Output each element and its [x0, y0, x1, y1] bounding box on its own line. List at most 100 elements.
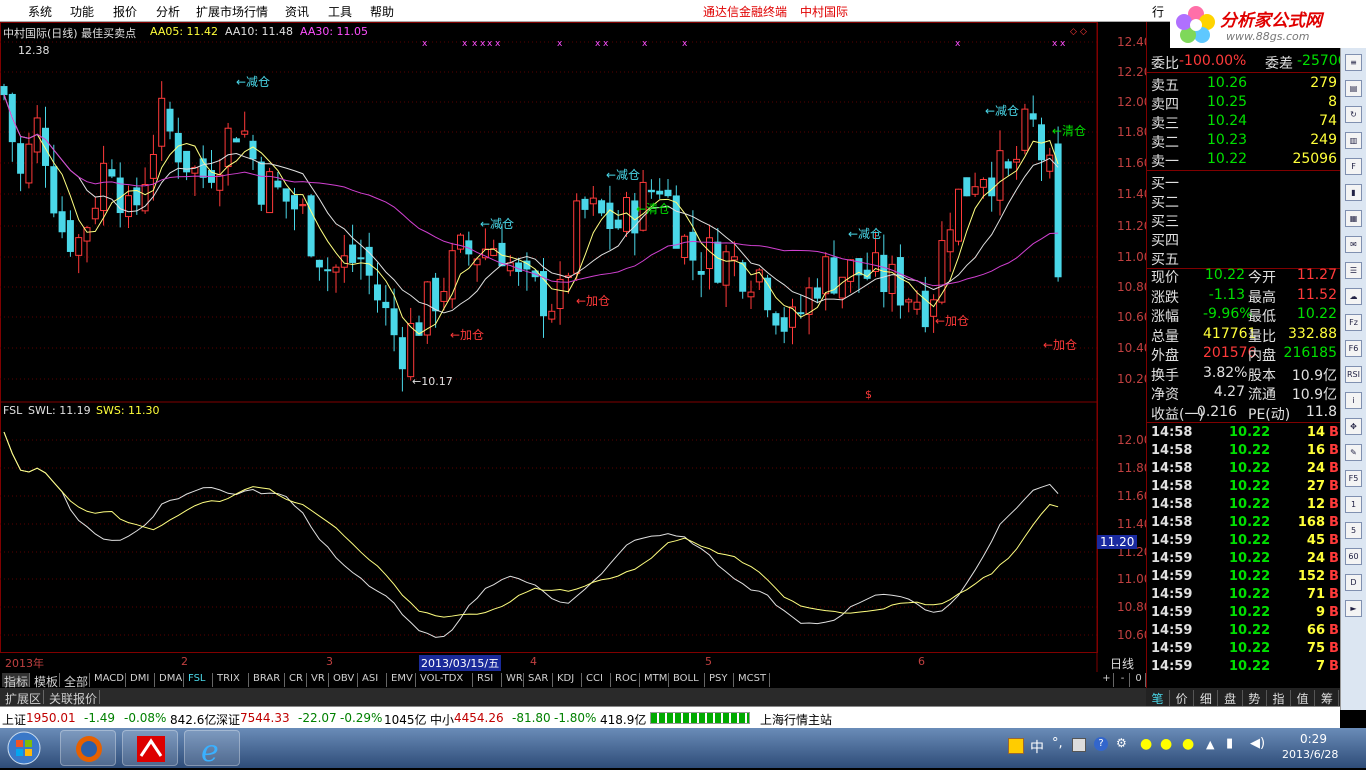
menu-news[interactable]: 资讯	[285, 3, 309, 20]
toolbar-grid-icon[interactable]: ▦	[1345, 210, 1362, 227]
toolbar-fz-icon[interactable]: Fz	[1345, 314, 1362, 331]
stat-value: 0.216	[1196, 403, 1237, 420]
tick-volume: 14	[1306, 425, 1325, 440]
toolbar-1-icon[interactable]: 1	[1345, 496, 1362, 513]
menu-analysis[interactable]: 分析	[156, 3, 180, 20]
chart-area[interactable]: x x x x x x x x x x x x x x ◇ ◇ 中村国际(日线) 最佳买卖点 AA05: 11…	[0, 22, 1151, 672]
indicator-tab-rsi[interactable]: RSI	[475, 673, 502, 687]
candle-body	[764, 277, 772, 311]
menu-side[interactable]: 行	[1152, 3, 1164, 20]
menu-quote[interactable]: 报价	[113, 3, 137, 20]
input-method-icon[interactable]	[1008, 738, 1024, 754]
toolbar-f6-icon[interactable]: F6	[1345, 340, 1362, 357]
indicator-tab-wr[interactable]: WR	[504, 673, 524, 687]
indicator-tab-全部[interactable]: 全部	[62, 673, 90, 689]
sh-label: 上证	[2, 713, 27, 727]
indicator-tab-macd[interactable]: MACD	[92, 673, 126, 687]
price-chart[interactable]: x x x x x x x x x x x x x x◇ ◇	[0, 22, 1146, 672]
toolbar-60-icon[interactable]: 60	[1345, 548, 1362, 565]
toolbar-menu-icon[interactable]: ☰	[1345, 262, 1362, 279]
toolbar-arrow-icon[interactable]: ►	[1345, 600, 1362, 617]
indicator-tab-asi[interactable]: ASI	[360, 673, 387, 687]
qq-icon-3[interactable]: ●	[1182, 736, 1194, 752]
indicator-tab-psy[interactable]: PSY	[707, 673, 734, 687]
toolbar-news-icon[interactable]: ✉	[1345, 236, 1362, 253]
indicator-tab-vol-tdx[interactable]: VOL-TDX	[418, 673, 473, 687]
tdx-taskbar-button[interactable]	[122, 730, 178, 766]
menu-tools[interactable]: 工具	[328, 3, 352, 20]
ie-taskbar-button[interactable]: e	[184, 730, 240, 769]
menu-system[interactable]: 系统	[28, 3, 52, 20]
indicator-tab-指标[interactable]: 指标	[2, 673, 30, 689]
menu-ext-market[interactable]: 扩展市场行情	[196, 3, 268, 20]
x-axis-label: 3	[326, 655, 333, 668]
settings-icon[interactable]: ⚙	[1116, 736, 1127, 750]
indicator-tab-cr[interactable]: CR	[287, 673, 307, 687]
toolbar-5-icon[interactable]: 5	[1345, 522, 1362, 539]
toolbar-info-icon[interactable]: i	[1345, 392, 1362, 409]
firefox-taskbar-button[interactable]	[60, 730, 116, 766]
toolbar-d-icon[interactable]: D	[1345, 574, 1362, 591]
indicator-tab-cci[interactable]: CCI	[584, 673, 611, 687]
candle-body	[25, 143, 33, 184]
toolbar-move-icon[interactable]: ✥	[1345, 418, 1362, 435]
tab-control-button[interactable]: -	[1116, 673, 1130, 687]
menu-help[interactable]: 帮助	[370, 3, 394, 20]
keyboard-icon[interactable]	[1072, 738, 1086, 752]
menu-function[interactable]: 功能	[70, 3, 94, 20]
toolbar-f10-icon[interactable]: F	[1345, 158, 1362, 175]
toolbar-bars-icon[interactable]: ▮	[1345, 184, 1362, 201]
candle-body	[249, 140, 257, 160]
indicator-tab-fsl[interactable]: FSL	[186, 673, 213, 687]
toolbar-cloud-icon[interactable]: ☁	[1345, 288, 1362, 305]
x-axis-label: 6	[918, 655, 925, 668]
indicator-tab-模板[interactable]: 模板	[32, 673, 60, 689]
tab-extension[interactable]: 扩展区	[3, 690, 45, 706]
indicator-tab-obv[interactable]: OBV	[331, 673, 358, 687]
stat-label: 外盘	[1151, 348, 1179, 364]
tab-control-button[interactable]: +	[1100, 673, 1114, 687]
candle-body	[589, 197, 597, 205]
ime-mode[interactable]: 中	[1030, 737, 1044, 757]
toolbar-rsi-icon[interactable]: RSI	[1345, 366, 1362, 383]
toolbar-zoom-icon[interactable]: ▥	[1345, 132, 1362, 149]
sell-level-row: 卖三 10.24 74	[1147, 112, 1341, 132]
indicator-tab-boll[interactable]: BOLL	[671, 673, 705, 687]
indicator-tab-emv[interactable]: EMV	[389, 673, 416, 687]
toolbar-edit-icon[interactable]: ✎	[1345, 444, 1362, 461]
period-label[interactable]: 日线	[1110, 655, 1134, 672]
network-icon[interactable]: ▮	[1226, 736, 1233, 751]
tick-side: B	[1329, 587, 1339, 602]
volume-icon[interactable]: ◀)	[1250, 736, 1265, 751]
tab-related-quote[interactable]: 关联报价	[47, 690, 101, 706]
tray-expand-icon[interactable]: ▲	[1206, 738, 1214, 751]
indicator-tab-trix[interactable]: TRIX	[215, 673, 249, 687]
indicator-tab-dma[interactable]: DMA	[157, 673, 184, 687]
signal-marker-icon: x	[480, 39, 486, 49]
indicator-tab-vr[interactable]: VR	[309, 673, 329, 687]
diff-label: 委差	[1265, 56, 1293, 72]
indicator-tab-brar[interactable]: BRAR	[251, 673, 285, 687]
help-icon[interactable]: ?	[1094, 737, 1108, 751]
indicator-tab-kdj[interactable]: KDJ	[555, 673, 582, 687]
toolbar-chart-icon[interactable]: ▤	[1345, 80, 1362, 97]
indicator-tab-roc[interactable]: ROC	[613, 673, 640, 687]
ime-punct-icon[interactable]: °,	[1052, 736, 1063, 751]
qq-icon-2[interactable]: ●	[1160, 736, 1172, 752]
clock-date[interactable]: 2013/6/28	[1282, 748, 1338, 761]
tick-volume: 75	[1306, 641, 1325, 656]
toolbar-f5-icon[interactable]: F5	[1345, 470, 1362, 487]
indicator-tab-sar[interactable]: SAR	[526, 673, 553, 687]
toolbar-list-icon[interactable]: ≡	[1345, 54, 1362, 71]
clock-time[interactable]: 0:29	[1300, 732, 1327, 746]
toolbar-refresh-icon[interactable]: ↻	[1345, 106, 1362, 123]
indicator-tab-dmi[interactable]: DMI	[128, 673, 155, 687]
start-icon[interactable]	[6, 730, 42, 766]
tab-control-button[interactable]: 0	[1132, 673, 1146, 687]
qq-icon-1[interactable]: ●	[1140, 736, 1152, 752]
low-marker: ←10.17	[412, 375, 453, 388]
candle-body	[440, 291, 448, 302]
sell-price: 10.26	[1207, 75, 1248, 91]
indicator-tab-mcst[interactable]: MCST	[736, 673, 770, 687]
indicator-tab-mtm[interactable]: MTM	[642, 673, 669, 687]
